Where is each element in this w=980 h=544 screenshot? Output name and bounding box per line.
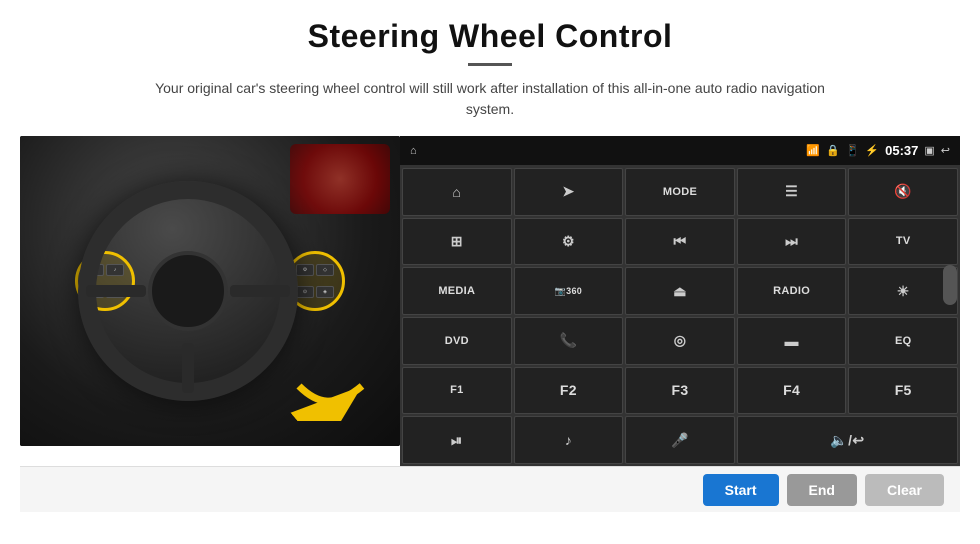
f2-label: F2 [560,382,577,398]
title-divider [468,63,512,66]
btn-f2[interactable]: F2 [514,367,624,415]
btn-send[interactable]: ➤ [514,168,624,216]
steering-background: + ♪ - ☎ ⚙ ◇ ⊙ ◈ [20,136,400,446]
f5-label: F5 [895,382,912,398]
wheel-center [148,251,228,331]
btn-phone[interactable]: 📞 [514,317,624,365]
btn-camera[interactable]: 📷360 [514,267,624,315]
mute-icon: 🔇 [894,183,912,200]
clear-button[interactable]: Clear [865,474,944,506]
home-status-icon: ⌂ [410,145,417,157]
brightness-icon: ☀ [897,283,910,300]
btn-dvd[interactable]: DVD [402,317,512,365]
f1-label: F1 [450,384,463,396]
playpause-icon: ⏯ [451,432,463,449]
music-icon: ♪ [565,432,572,448]
media-label: MEDIA [438,285,475,297]
btn-settings[interactable]: ⚙ [514,218,624,266]
bottom-bar: Start End Clear [20,466,960,512]
mini-btn-7: ⊙ [296,286,314,298]
btn-f4[interactable]: F4 [737,367,847,415]
page-title: Steering Wheel Control [20,18,960,55]
btn-list[interactable]: ☰ [737,168,847,216]
list-icon: ☰ [785,183,798,200]
btn-vol[interactable]: 🔈/↩ [737,416,958,464]
btn-media[interactable]: MEDIA [402,267,512,315]
eq-label: EQ [895,335,912,347]
vol-icon: 🔈/↩ [830,432,864,449]
btn-brightness[interactable]: ☀ [848,267,958,315]
btn-home[interactable]: ⌂ [402,168,512,216]
steering-wheel-image: + ♪ - ☎ ⚙ ◇ ⊙ ◈ [20,136,400,446]
sim-icon: 📱 [846,144,860,157]
spoke-left [86,285,146,297]
subtitle-text: Your original car's steering wheel contr… [150,78,830,120]
control-panel: ⌂ 📶 🔒 📱 ⚡ 05:37 ▣ ↩ ⌂ ➤ MODE ☰ [400,136,960,466]
screen-ctrl-icon: ▬ [784,333,798,349]
home-icon: ⌂ [452,184,461,200]
btn-nav[interactable]: ◎ [625,317,735,365]
end-button[interactable]: End [787,474,857,506]
spoke-bottom [182,343,194,393]
status-left: ⌂ [410,145,417,157]
mini-btn-8: ◈ [316,286,334,298]
btn-tv[interactable]: TV [848,218,958,266]
status-bar: ⌂ 📶 🔒 📱 ⚡ 05:37 ▣ ↩ [400,136,960,166]
btn-screen[interactable]: ▬ [737,317,847,365]
btn-apps[interactable]: ⊞ [402,218,512,266]
mic-icon: 🎤 [671,432,689,449]
btn-f1[interactable]: F1 [402,367,512,415]
send-icon: ➤ [562,183,574,200]
prev-icon: ⏮ [674,233,687,250]
dvd-label: DVD [445,335,469,347]
title-section: Steering Wheel Control Your original car… [20,18,960,136]
btn-eq[interactable]: EQ [848,317,958,365]
nav-icon: ◎ [674,332,687,349]
yellow-arrow-svg [290,351,380,421]
mini-btn-5: ⚙ [296,264,314,276]
content-row: + ♪ - ☎ ⚙ ◇ ⊙ ◈ [20,136,960,466]
f4-label: F4 [783,382,800,398]
radio-label: RADIO [773,285,810,297]
phone-icon: 📞 [560,332,578,349]
mini-btn-6: ◇ [316,264,334,276]
status-time: 05:37 [885,143,918,158]
settings-icon: ⚙ [562,233,575,250]
wifi-icon: 📶 [806,144,820,157]
spoke-right [230,285,290,297]
btn-music[interactable]: ♪ [514,416,624,464]
btn-eject[interactable]: ⏏ [625,267,735,315]
start-button[interactable]: Start [703,474,779,506]
button-grid: ⌂ ➤ MODE ☰ 🔇 ⊞ ⚙ ⏮ ⏭ TV MEDIA 📷360 ⏏ RAD… [400,166,960,466]
btn-mute[interactable]: 🔇 [848,168,958,216]
btn-playpause[interactable]: ⏯ [402,416,512,464]
f3-label: F3 [672,382,689,398]
status-right: 📶 🔒 📱 ⚡ 05:37 ▣ ↩ [806,143,950,158]
scroll-indicator[interactable] [943,265,957,305]
dashboard-gauge [290,144,390,214]
camera-icon: 📷360 [555,286,582,297]
arrow-container [290,351,380,426]
steering-wheel-ring [78,181,298,401]
page-wrapper: Steering Wheel Control Your original car… [0,0,980,544]
mode-label: MODE [663,186,697,198]
next-icon: ⏭ [785,233,798,250]
btn-f3[interactable]: F3 [625,367,735,415]
btn-next[interactable]: ⏭ [737,218,847,266]
apps-icon: ⊞ [451,233,463,250]
back-icon: ↩ [941,144,950,157]
tv-label: TV [896,235,911,247]
btn-mode[interactable]: MODE [625,168,735,216]
bluetooth-icon: ⚡ [865,144,879,157]
btn-prev[interactable]: ⏮ [625,218,735,266]
eject-icon: ⏏ [673,283,687,300]
screen-icon: ▣ [924,144,934,157]
lock-icon: 🔒 [826,144,840,157]
btn-mic[interactable]: 🎤 [625,416,735,464]
btn-radio[interactable]: RADIO [737,267,847,315]
btn-f5[interactable]: F5 [848,367,958,415]
